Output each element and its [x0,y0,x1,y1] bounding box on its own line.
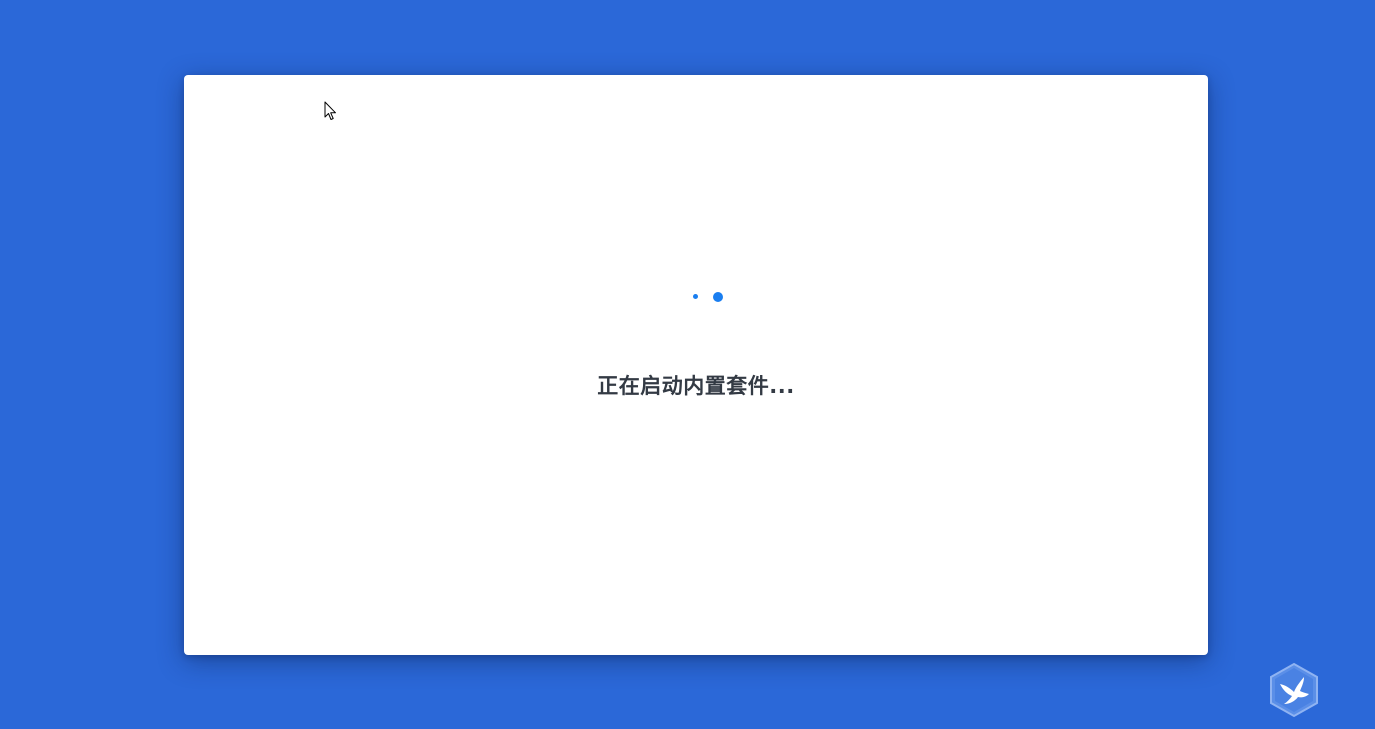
mouse-pointer-icon [324,101,336,120]
desktop-background: 正在启动内置套件... [0,0,1375,729]
loading-status-text: 正在启动内置套件... [597,374,795,398]
spinner-dot-large [713,292,723,302]
loading-dialog: 正在启动内置套件... [184,75,1208,655]
loading-dots-icon [689,289,729,305]
bird-hexagon-logo-icon [1270,662,1318,718]
spinner-dot-small [693,294,698,299]
